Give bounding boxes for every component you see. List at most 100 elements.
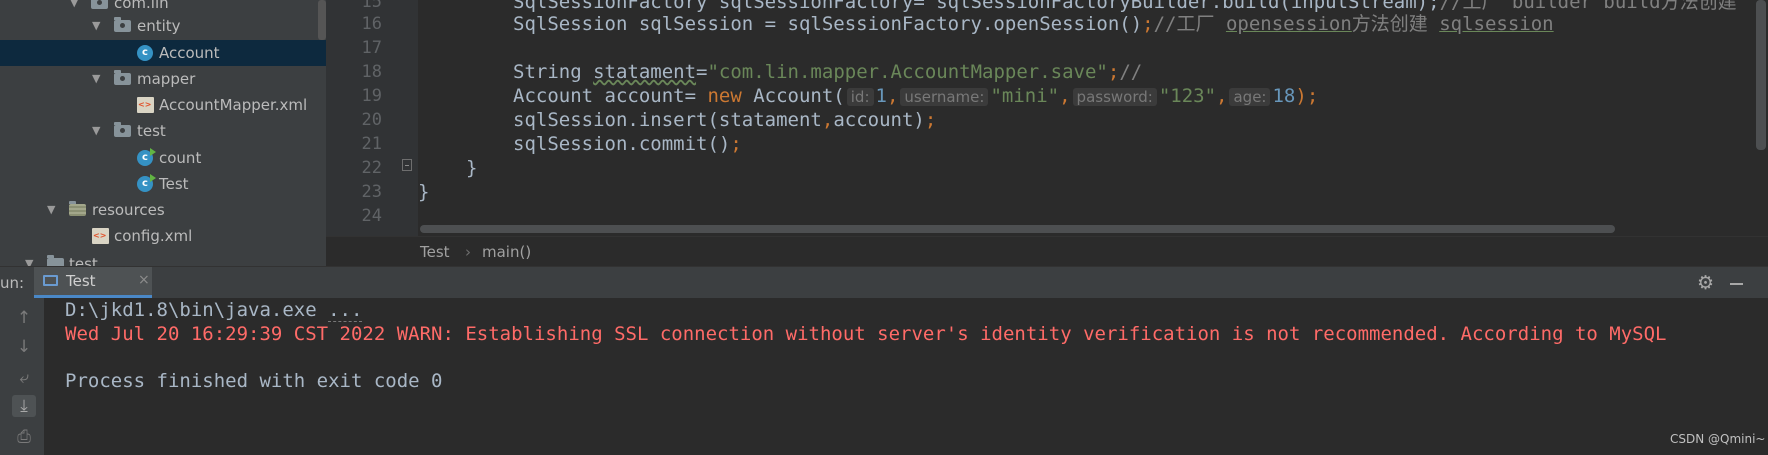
scroll-to-end-icon[interactable]: ⤓: [12, 395, 36, 417]
gear-icon[interactable]: ⚙: [1697, 273, 1714, 293]
code-text: sqlSession.insert(statament: [513, 109, 822, 131]
code-text: =: [696, 61, 708, 83]
code-editor[interactable]: SqlSessionFactory sqlSessionFactory= sql…: [418, 0, 1758, 236]
runnable-class-icon: c: [137, 148, 156, 166]
code-line-23: }: [418, 181, 430, 203]
tree-item-test-folder[interactable]: ▼ test: [0, 251, 326, 266]
breadcrumb: Test › main(): [326, 236, 1768, 267]
chevron-down-icon[interactable]: ▼: [47, 197, 55, 223]
tree-item-resources[interactable]: ▼ resources: [0, 197, 326, 223]
line-number: 23: [361, 182, 382, 202]
tree-item-label: AccountMapper.xml: [159, 96, 308, 114]
code-line-21: sqlSession.commit();: [513, 132, 742, 156]
tree-item-test-class[interactable]: c Test: [0, 171, 326, 197]
tree-item-config-xml[interactable]: config.xml: [0, 223, 326, 249]
package-folder-icon: [114, 70, 131, 85]
code-line-22: }: [466, 157, 478, 179]
breadcrumb-item-method[interactable]: main(): [482, 243, 531, 261]
editor-horizontal-scrollbar[interactable]: [418, 224, 1758, 234]
code-line-16: SqlSession sqlSession = sqlSessionFactor…: [513, 12, 1554, 36]
soft-wrap-icon[interactable]: ⤶: [12, 367, 36, 389]
parameter-hint: id:: [846, 88, 874, 106]
line-number: 18: [361, 62, 382, 82]
run-toolwindow-title: un:: [0, 274, 25, 292]
tree-item-count[interactable]: c count: [0, 145, 326, 171]
arrow-up-icon[interactable]: ↑: [12, 307, 36, 329]
console-line-exit: Process finished with exit code 0: [65, 370, 443, 392]
code-comma: ,: [886, 85, 899, 107]
tree-item-mapper[interactable]: ▼ mapper: [0, 66, 326, 92]
breadcrumb-item-class[interactable]: Test: [420, 243, 450, 261]
console-text: D:\jkd1.8\bin\java.exe: [65, 299, 329, 321]
arrow-down-icon[interactable]: ↓: [12, 336, 36, 358]
chevron-down-icon[interactable]: ▼: [25, 251, 33, 266]
console-line-command: D:\jkd1.8\bin\java.exe ...: [65, 298, 363, 322]
code-semicolon: ;: [924, 109, 937, 131]
console-output[interactable]: D:\jkd1.8\bin\java.exe ... Wed Jul 20 16…: [44, 298, 1768, 455]
minimize-icon[interactable]: [1730, 283, 1743, 285]
tree-item-label: Test: [159, 175, 189, 193]
code-identifier: statament: [593, 61, 697, 83]
tree-item-label: test: [137, 122, 166, 140]
code-string: "mini": [990, 85, 1060, 107]
tree-item-test-package[interactable]: ▼ test: [0, 118, 326, 144]
line-number: 17: [361, 38, 382, 58]
code-comma: ,: [821, 109, 834, 131]
parameter-hint: username:: [900, 88, 989, 106]
chevron-down-icon[interactable]: ▼: [92, 13, 100, 39]
run-toolbar: ↑ ↓ ⤶ ⤓ ⎙: [0, 298, 44, 455]
parameter-hint: password:: [1072, 88, 1157, 106]
code-comment: sqlsession: [1439, 13, 1554, 35]
print-icon[interactable]: ⎙: [12, 426, 36, 448]
code-semicolon: ;: [1142, 13, 1154, 35]
line-number: 16: [361, 14, 382, 34]
code-comment: 方法创建: [1351, 13, 1440, 35]
tree-item-entity[interactable]: ▼ entity: [0, 13, 326, 39]
code-keyword: new: [707, 85, 742, 107]
console-line-warning: Wed Jul 20 16:29:39 CST 2022 WARN: Estab…: [65, 323, 1667, 345]
code-text: );: [1295, 85, 1319, 107]
package-folder-icon: [114, 17, 131, 32]
tree-item-label: Account: [159, 44, 220, 62]
tree-item-label: resources: [92, 201, 165, 219]
code-text: Account account=: [513, 85, 708, 107]
package-folder-icon: [114, 122, 131, 137]
code-text: SqlSession sqlSession = sqlSessionFactor…: [513, 13, 1143, 35]
editor-gutter: 15 16 17 18 19 20 21 22 23 24: [326, 0, 418, 236]
line-number: 24: [361, 206, 382, 226]
parameter-hint: age:: [1229, 88, 1271, 106]
breadcrumb-separator: ›: [465, 243, 471, 261]
project-tree: ▼ com.lin ▼ entity c Account ▼ mapper Ac…: [0, 0, 326, 266]
chevron-down-icon[interactable]: ▼: [92, 66, 100, 92]
line-number: 22: [361, 158, 382, 178]
code-number: 18: [1272, 85, 1296, 107]
code-number: 1: [875, 85, 887, 107]
xml-file-icon: [92, 228, 109, 244]
chevron-down-icon[interactable]: ▼: [92, 118, 100, 144]
code-comment: opensession: [1225, 13, 1352, 35]
tab-run-test[interactable]: Test ×: [34, 267, 152, 298]
console-window-icon: [43, 275, 58, 286]
tab-label: Test: [66, 272, 96, 290]
tree-item-label: entity: [137, 17, 181, 35]
watermark: CSDN @Qmini~: [1670, 432, 1766, 446]
code-line-19: Account account= new Account(id: 1, userna…: [513, 84, 1318, 109]
tree-item-label: count: [159, 149, 202, 167]
run-toolwindow-header: un: Test × ⚙: [0, 266, 1768, 298]
folder-icon: [47, 255, 64, 266]
scrollbar-thumb[interactable]: [420, 225, 1615, 233]
code-text: String: [513, 61, 594, 83]
tree-scrollbar[interactable]: [318, 0, 326, 40]
expand-command-link[interactable]: ...: [328, 299, 363, 322]
line-number: 19: [361, 86, 382, 106]
code-comma: ,: [1216, 85, 1228, 107]
fold-collapse-icon[interactable]: [402, 159, 412, 171]
tree-item-label: test: [69, 255, 98, 266]
tree-item-accountmapper-xml[interactable]: AccountMapper.xml: [0, 92, 326, 118]
tree-item-label: config.xml: [114, 227, 193, 245]
class-icon: c: [137, 45, 153, 61]
close-icon[interactable]: ×: [138, 272, 150, 288]
editor-vertical-scrollbar[interactable]: [1756, 0, 1766, 150]
tree-item-label: mapper: [137, 70, 196, 88]
tree-item-account[interactable]: c Account: [0, 40, 326, 66]
